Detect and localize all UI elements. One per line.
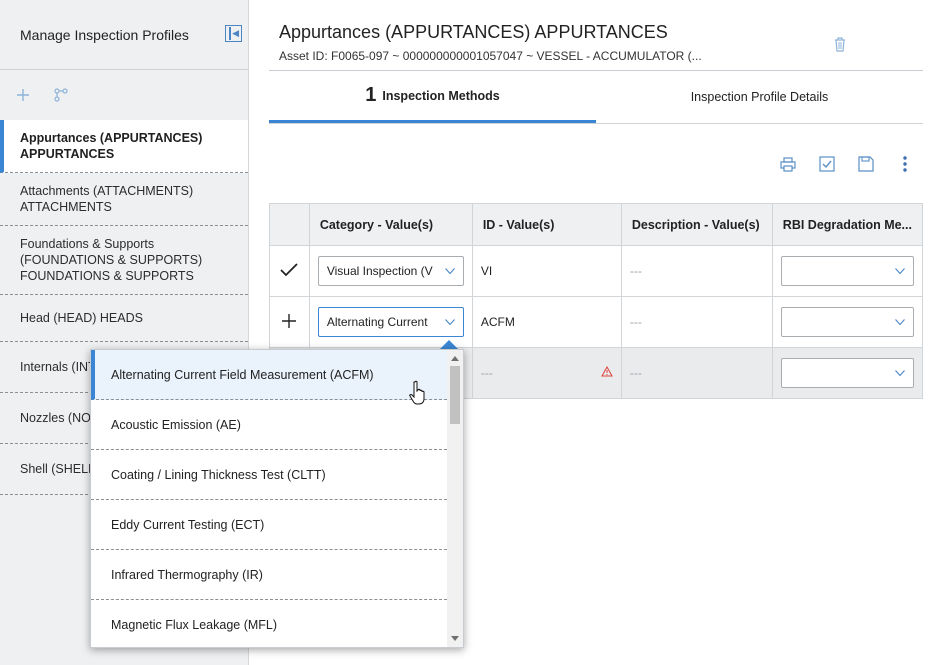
tab-count-badge: 1 bbox=[365, 84, 377, 106]
scroll-up-icon[interactable] bbox=[451, 356, 459, 361]
rbi-degradation-select[interactable] bbox=[780, 307, 914, 337]
rbi-degradation-select[interactable] bbox=[780, 358, 914, 388]
validate-icon[interactable] bbox=[818, 155, 836, 173]
description-cell[interactable]: --- bbox=[620, 245, 773, 297]
chevron-down-icon bbox=[895, 268, 905, 274]
column-header-category[interactable]: Category - Value(s) bbox=[308, 203, 473, 246]
rbi-degradation-select[interactable] bbox=[780, 256, 914, 286]
dropdown-option[interactable]: Magnetic Flux Leakage (MFL) bbox=[91, 600, 447, 647]
tab-label: Inspection Methods bbox=[382, 88, 500, 103]
add-icon[interactable] bbox=[15, 87, 31, 103]
scroll-down-icon[interactable] bbox=[451, 636, 459, 641]
tab-bar: 1 Inspection Methods Inspection Profile … bbox=[269, 71, 923, 124]
asset-id-line: Asset ID: F0065-097 ~ 000000000001057047… bbox=[279, 49, 702, 63]
trash-icon[interactable] bbox=[834, 37, 846, 53]
row-status-header bbox=[269, 203, 310, 246]
id-cell[interactable]: ACFM bbox=[471, 296, 622, 348]
hierarchy-icon[interactable] bbox=[53, 87, 69, 103]
sidebar-item-foundations[interactable]: Foundations & Supports (FOUNDATIONS & SU… bbox=[0, 226, 248, 295]
sidebar-item-label: Attachments (ATTACHMENTS) ATTACHMENTS bbox=[20, 184, 194, 214]
sidebar-item-label: Internals (INT bbox=[20, 360, 96, 374]
chevron-down-icon bbox=[895, 319, 905, 325]
grid-toolbar bbox=[779, 155, 914, 173]
sidebar-item-appurtances[interactable]: Appurtances (APPURTANCES) APPURTANCES bbox=[0, 120, 248, 173]
description-cell[interactable]: --- bbox=[620, 347, 773, 399]
warning-icon bbox=[601, 366, 613, 377]
chevron-down-icon bbox=[444, 268, 455, 274]
save-icon[interactable] bbox=[857, 155, 875, 173]
print-icon[interactable] bbox=[779, 155, 797, 173]
grid-header-row: Category - Value(s) ID - Value(s) Descri… bbox=[269, 203, 924, 246]
tab-inspection-methods[interactable]: 1 Inspection Methods bbox=[269, 71, 596, 123]
id-cell[interactable]: VI bbox=[471, 245, 622, 297]
sidebar-item-label: Nozzles (NOZ bbox=[20, 411, 99, 425]
dropdown-option[interactable]: Acoustic Emission (AE) bbox=[91, 400, 447, 450]
column-header-rbi-degradation[interactable]: RBI Degradation Me... bbox=[771, 203, 924, 246]
chevron-down-icon bbox=[444, 319, 455, 325]
table-row: Alternating Current ACFM --- bbox=[269, 296, 924, 348]
category-select[interactable]: Visual Inspection (V bbox=[317, 256, 464, 286]
rbi-degradation-cell bbox=[771, 245, 924, 297]
page-title: Appurtances (APPURTANCES) APPURTANCES bbox=[279, 22, 668, 42]
saved-check-icon bbox=[269, 245, 310, 297]
scroll-thumb[interactable] bbox=[450, 366, 460, 424]
category-value: Alternating Current bbox=[326, 315, 428, 329]
id-cell[interactable]: --- bbox=[471, 347, 622, 399]
rbi-degradation-cell bbox=[771, 296, 924, 348]
category-value: Visual Inspection (V bbox=[326, 264, 433, 278]
more-options-icon[interactable] bbox=[896, 155, 914, 173]
dropdown-option[interactable]: Infrared Thermography (IR) bbox=[91, 550, 447, 600]
id-value: --- bbox=[480, 366, 493, 380]
sidebar-item-attachments[interactable]: Attachments (ATTACHMENTS) ATTACHMENTS bbox=[0, 173, 248, 226]
sidebar-title: Manage Inspection Profiles bbox=[20, 26, 189, 43]
dropdown-scrollbar[interactable] bbox=[447, 350, 463, 647]
collapse-sidebar-icon[interactable]: ◀ bbox=[225, 25, 242, 42]
sidebar-header: Manage Inspection Profiles ◀ bbox=[0, 0, 248, 70]
dropdown-option[interactable]: Coating / Lining Thickness Test (CLTT) bbox=[91, 450, 447, 500]
sidebar-item-label: Head (HEAD) HEADS bbox=[20, 311, 143, 325]
column-header-id[interactable]: ID - Value(s) bbox=[471, 203, 622, 246]
sidebar-item-head[interactable]: Head (HEAD) HEADS bbox=[0, 295, 248, 342]
chevron-down-icon bbox=[895, 370, 905, 376]
table-row: Visual Inspection (V VI --- bbox=[269, 245, 924, 297]
category-select[interactable]: Alternating Current bbox=[317, 307, 464, 337]
column-header-description[interactable]: Description - Value(s) bbox=[620, 203, 773, 246]
hand-cursor-icon bbox=[409, 380, 425, 405]
dropdown-option[interactable]: Eddy Current Testing (ECT) bbox=[91, 500, 447, 550]
sidebar-item-label: Shell (SHELL) bbox=[20, 462, 100, 476]
tab-label: Inspection Profile Details bbox=[690, 90, 829, 104]
sidebar-toolbar bbox=[0, 70, 248, 120]
rbi-degradation-cell bbox=[771, 347, 924, 399]
description-cell[interactable]: --- bbox=[620, 296, 773, 348]
tab-inspection-profile-details[interactable]: Inspection Profile Details bbox=[596, 71, 923, 123]
sidebar-item-label: Appurtances (APPURTANCES) APPURTANCES bbox=[20, 131, 203, 161]
dropdown-caret bbox=[440, 340, 458, 349]
sidebar-item-label: Foundations & Supports (FOUNDATIONS & SU… bbox=[20, 237, 203, 283]
category-cell: Visual Inspection (V bbox=[308, 245, 473, 297]
add-row-icon[interactable] bbox=[269, 296, 310, 348]
dropdown-option[interactable]: Alternating Current Field Measurement (A… bbox=[91, 350, 447, 400]
